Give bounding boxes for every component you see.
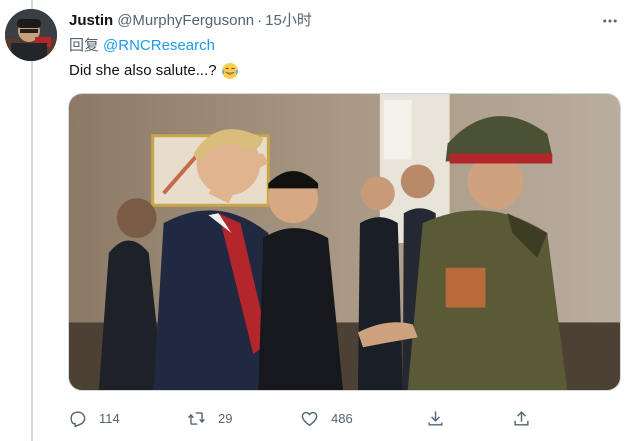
- upload-icon: [514, 410, 529, 426]
- reply-count: 114: [99, 410, 120, 426]
- thread-connector-line: [31, 0, 33, 441]
- retweet-icon: [188, 411, 205, 425]
- reply-prefix: 回复: [69, 37, 100, 54]
- share-button[interactable]: [426, 404, 445, 432]
- more-icon: [603, 19, 617, 23]
- more-button[interactable]: [599, 10, 621, 32]
- separator-dot: ·: [257, 12, 263, 29]
- share-icon: [428, 410, 443, 426]
- avatar[interactable]: [5, 9, 57, 61]
- replying-to: 回复 @RNCResearch: [69, 37, 215, 55]
- timestamp[interactable]: 15小时: [265, 12, 312, 29]
- retweet-button[interactable]: 29: [187, 404, 232, 432]
- retweet-count: 29: [218, 410, 233, 426]
- like-icon: [301, 411, 318, 426]
- face-with-tears-of-joy-icon: [221, 62, 239, 80]
- tweet-text: Did she also salute...?: [69, 61, 239, 81]
- author-name[interactable]: Justin: [69, 12, 113, 29]
- reply-button[interactable]: 114: [68, 404, 120, 432]
- tweet-body: Did she also salute...?: [69, 62, 217, 79]
- tweet-actions-bar: 114 29 486: [68, 404, 548, 432]
- avatar-image: [5, 9, 57, 61]
- tweet-header: Justin @MurphyFergusonn · 15小时: [69, 12, 312, 30]
- like-count: 486: [331, 410, 353, 426]
- reply-mention-link[interactable]: @RNCResearch: [103, 37, 215, 54]
- upload-button[interactable]: [512, 404, 531, 432]
- like-button[interactable]: 486: [300, 404, 353, 432]
- reply-icon: [70, 410, 86, 427]
- photo-image: [69, 94, 620, 390]
- tweet-media-photo[interactable]: [68, 93, 621, 391]
- author-handle[interactable]: @MurphyFergusonn: [117, 12, 254, 29]
